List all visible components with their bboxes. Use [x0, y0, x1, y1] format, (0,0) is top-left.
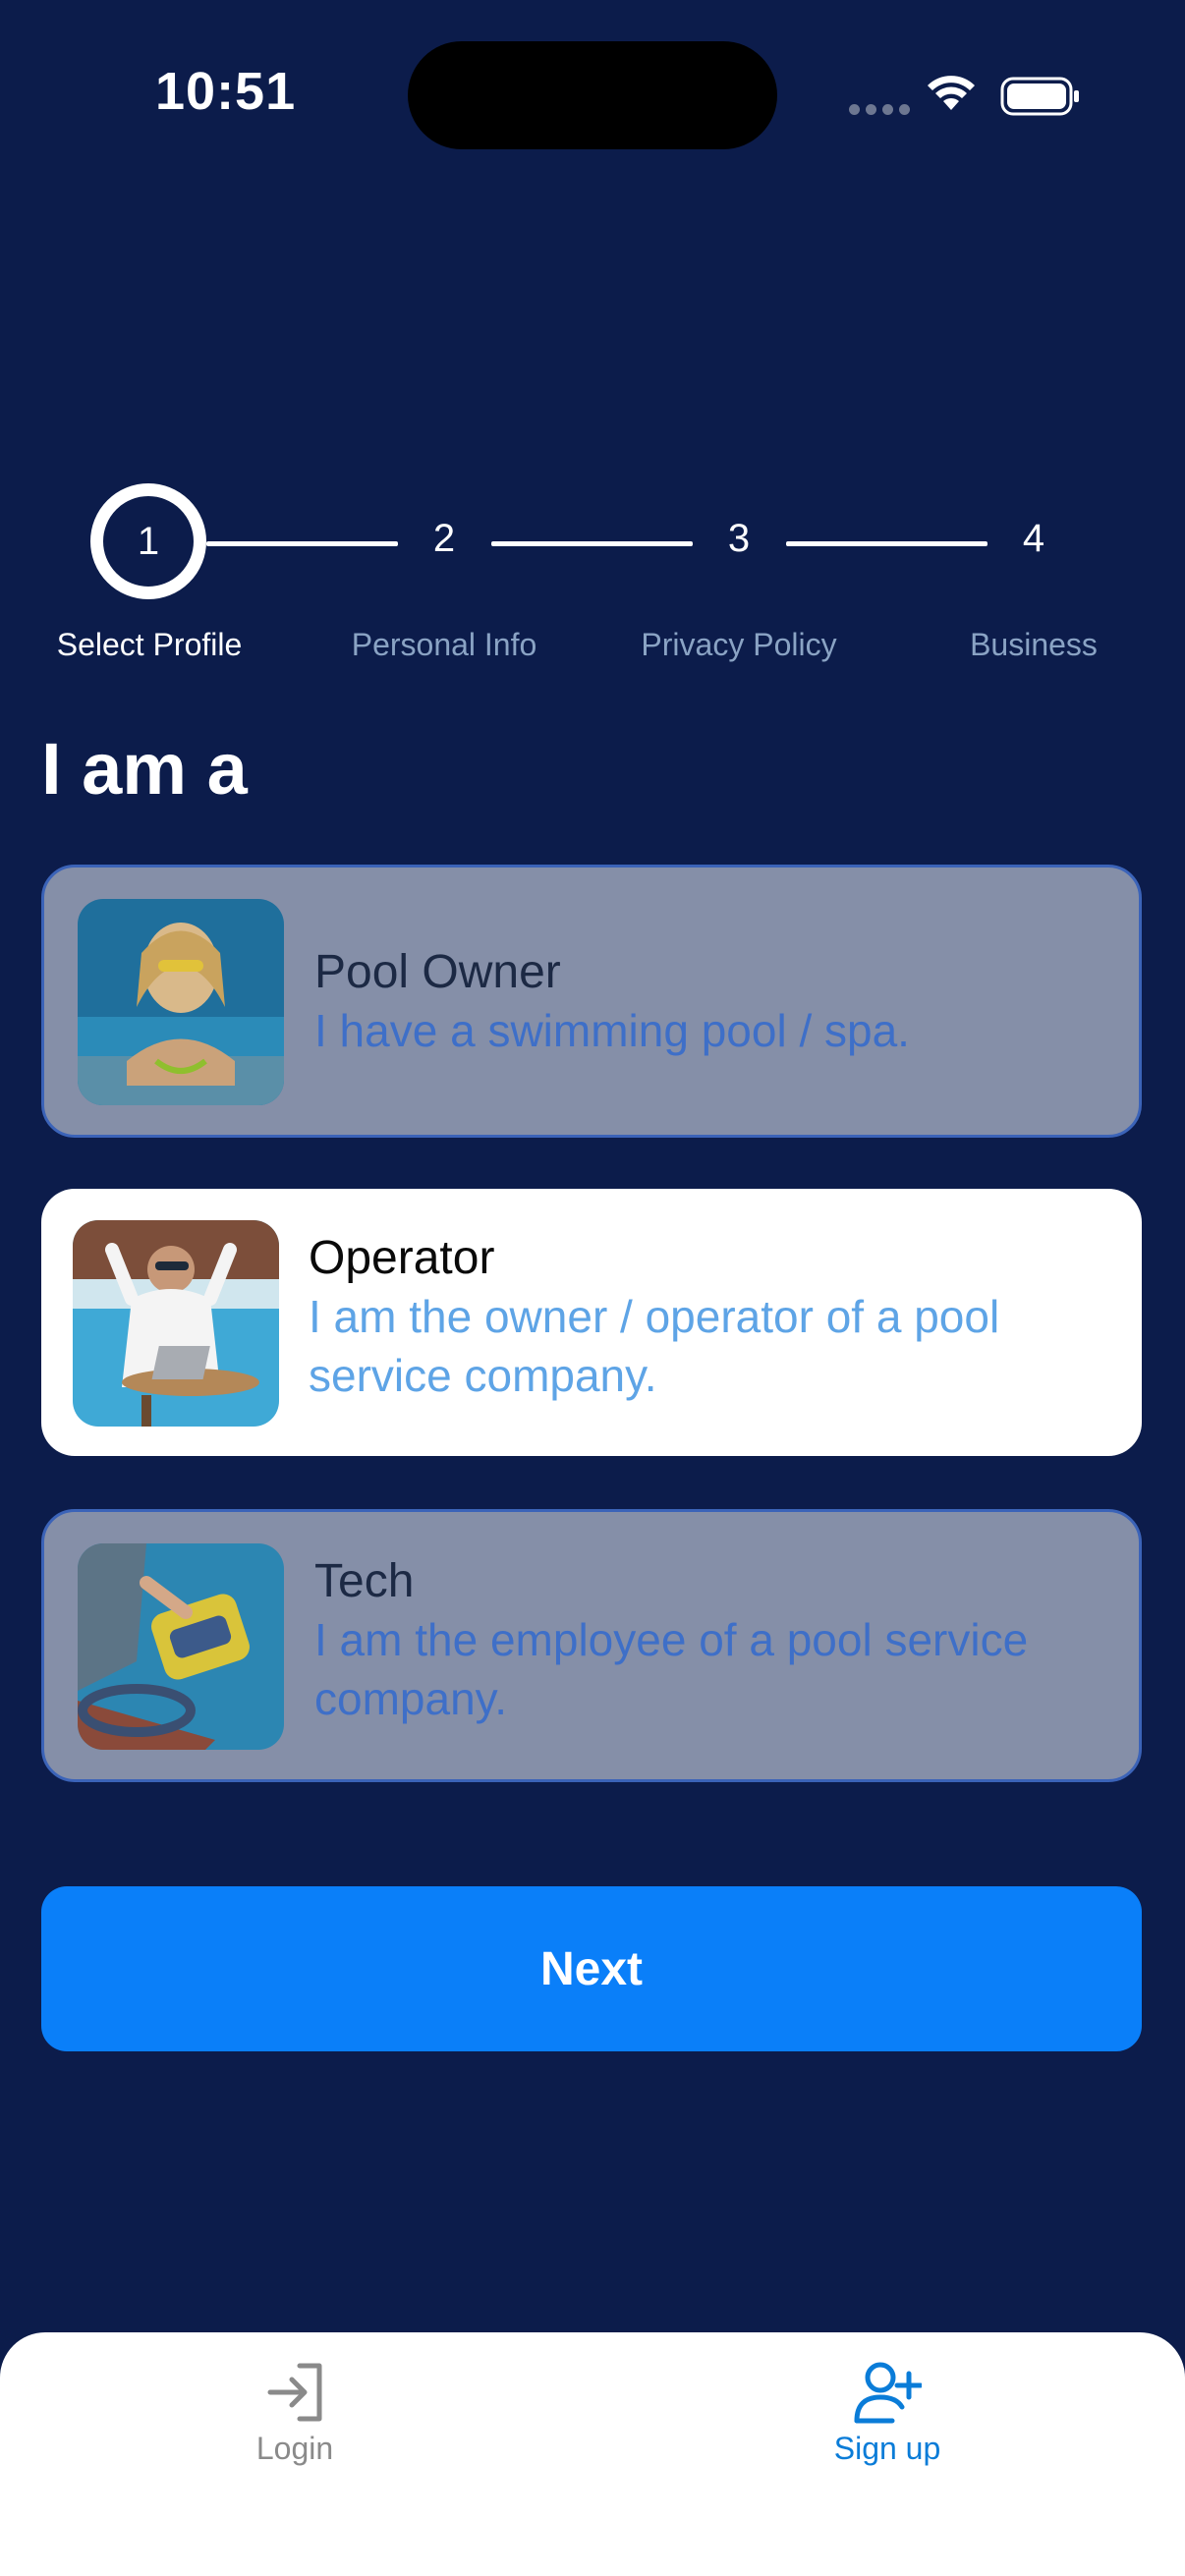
- step-3-label: Privacy Policy: [641, 627, 837, 662]
- battery-icon: [1000, 77, 1079, 116]
- step-4-label: Business: [970, 627, 1098, 662]
- pool-owner-photo: [78, 899, 284, 1105]
- option-title: Operator: [309, 1232, 495, 1284]
- option-pool-owner[interactable]: Pool Owner I have a swimming pool / spa.: [41, 865, 1142, 1138]
- cellular-signal-icon: [849, 104, 910, 115]
- next-button[interactable]: Next: [41, 1886, 1142, 2051]
- step-2-number: 2: [432, 517, 456, 560]
- dynamic-island: [408, 41, 777, 149]
- option-description: I am the employee of a pool service comp…: [314, 1614, 1029, 1724]
- page-title: I am a: [41, 728, 248, 810]
- step-1-label: Select Profile: [56, 627, 243, 662]
- step-1-number: 1: [137, 519, 160, 563]
- option-title: Pool Owner: [314, 946, 561, 998]
- option-description: I have a swimming pool / spa.: [314, 1005, 910, 1056]
- option-description: I am the owner / operator of a pool serv…: [309, 1291, 1000, 1401]
- tab-login[interactable]: Login: [147, 2360, 442, 2467]
- login-icon: [267, 2363, 322, 2422]
- tab-signup[interactable]: Sign up: [740, 2360, 1035, 2467]
- option-title: Tech: [314, 1555, 415, 1607]
- tab-login-label: Login: [255, 2431, 334, 2466]
- step-2-label: Personal Info: [351, 627, 537, 662]
- step-3-number: 3: [727, 517, 751, 560]
- wifi-icon: [928, 76, 975, 110]
- operator-photo: [73, 1220, 279, 1427]
- step-4-number: 4: [1022, 517, 1045, 560]
- tech-photo: [78, 1543, 284, 1750]
- step-connector: [206, 541, 398, 546]
- status-time: 10:51: [155, 62, 297, 121]
- option-operator[interactable]: Operator I am the owner / operator of a …: [41, 1189, 1142, 1456]
- option-tech[interactable]: Tech I am the employee of a pool service…: [41, 1509, 1142, 1782]
- step-connector: [786, 541, 988, 546]
- add-user-icon: [854, 2362, 922, 2424]
- bottom-tab-bar: Login Sign up: [0, 2332, 1185, 2576]
- step-connector: [491, 541, 693, 546]
- step-1-indicator: 1: [90, 483, 206, 599]
- tab-signup-label: Sign up: [833, 2431, 941, 2466]
